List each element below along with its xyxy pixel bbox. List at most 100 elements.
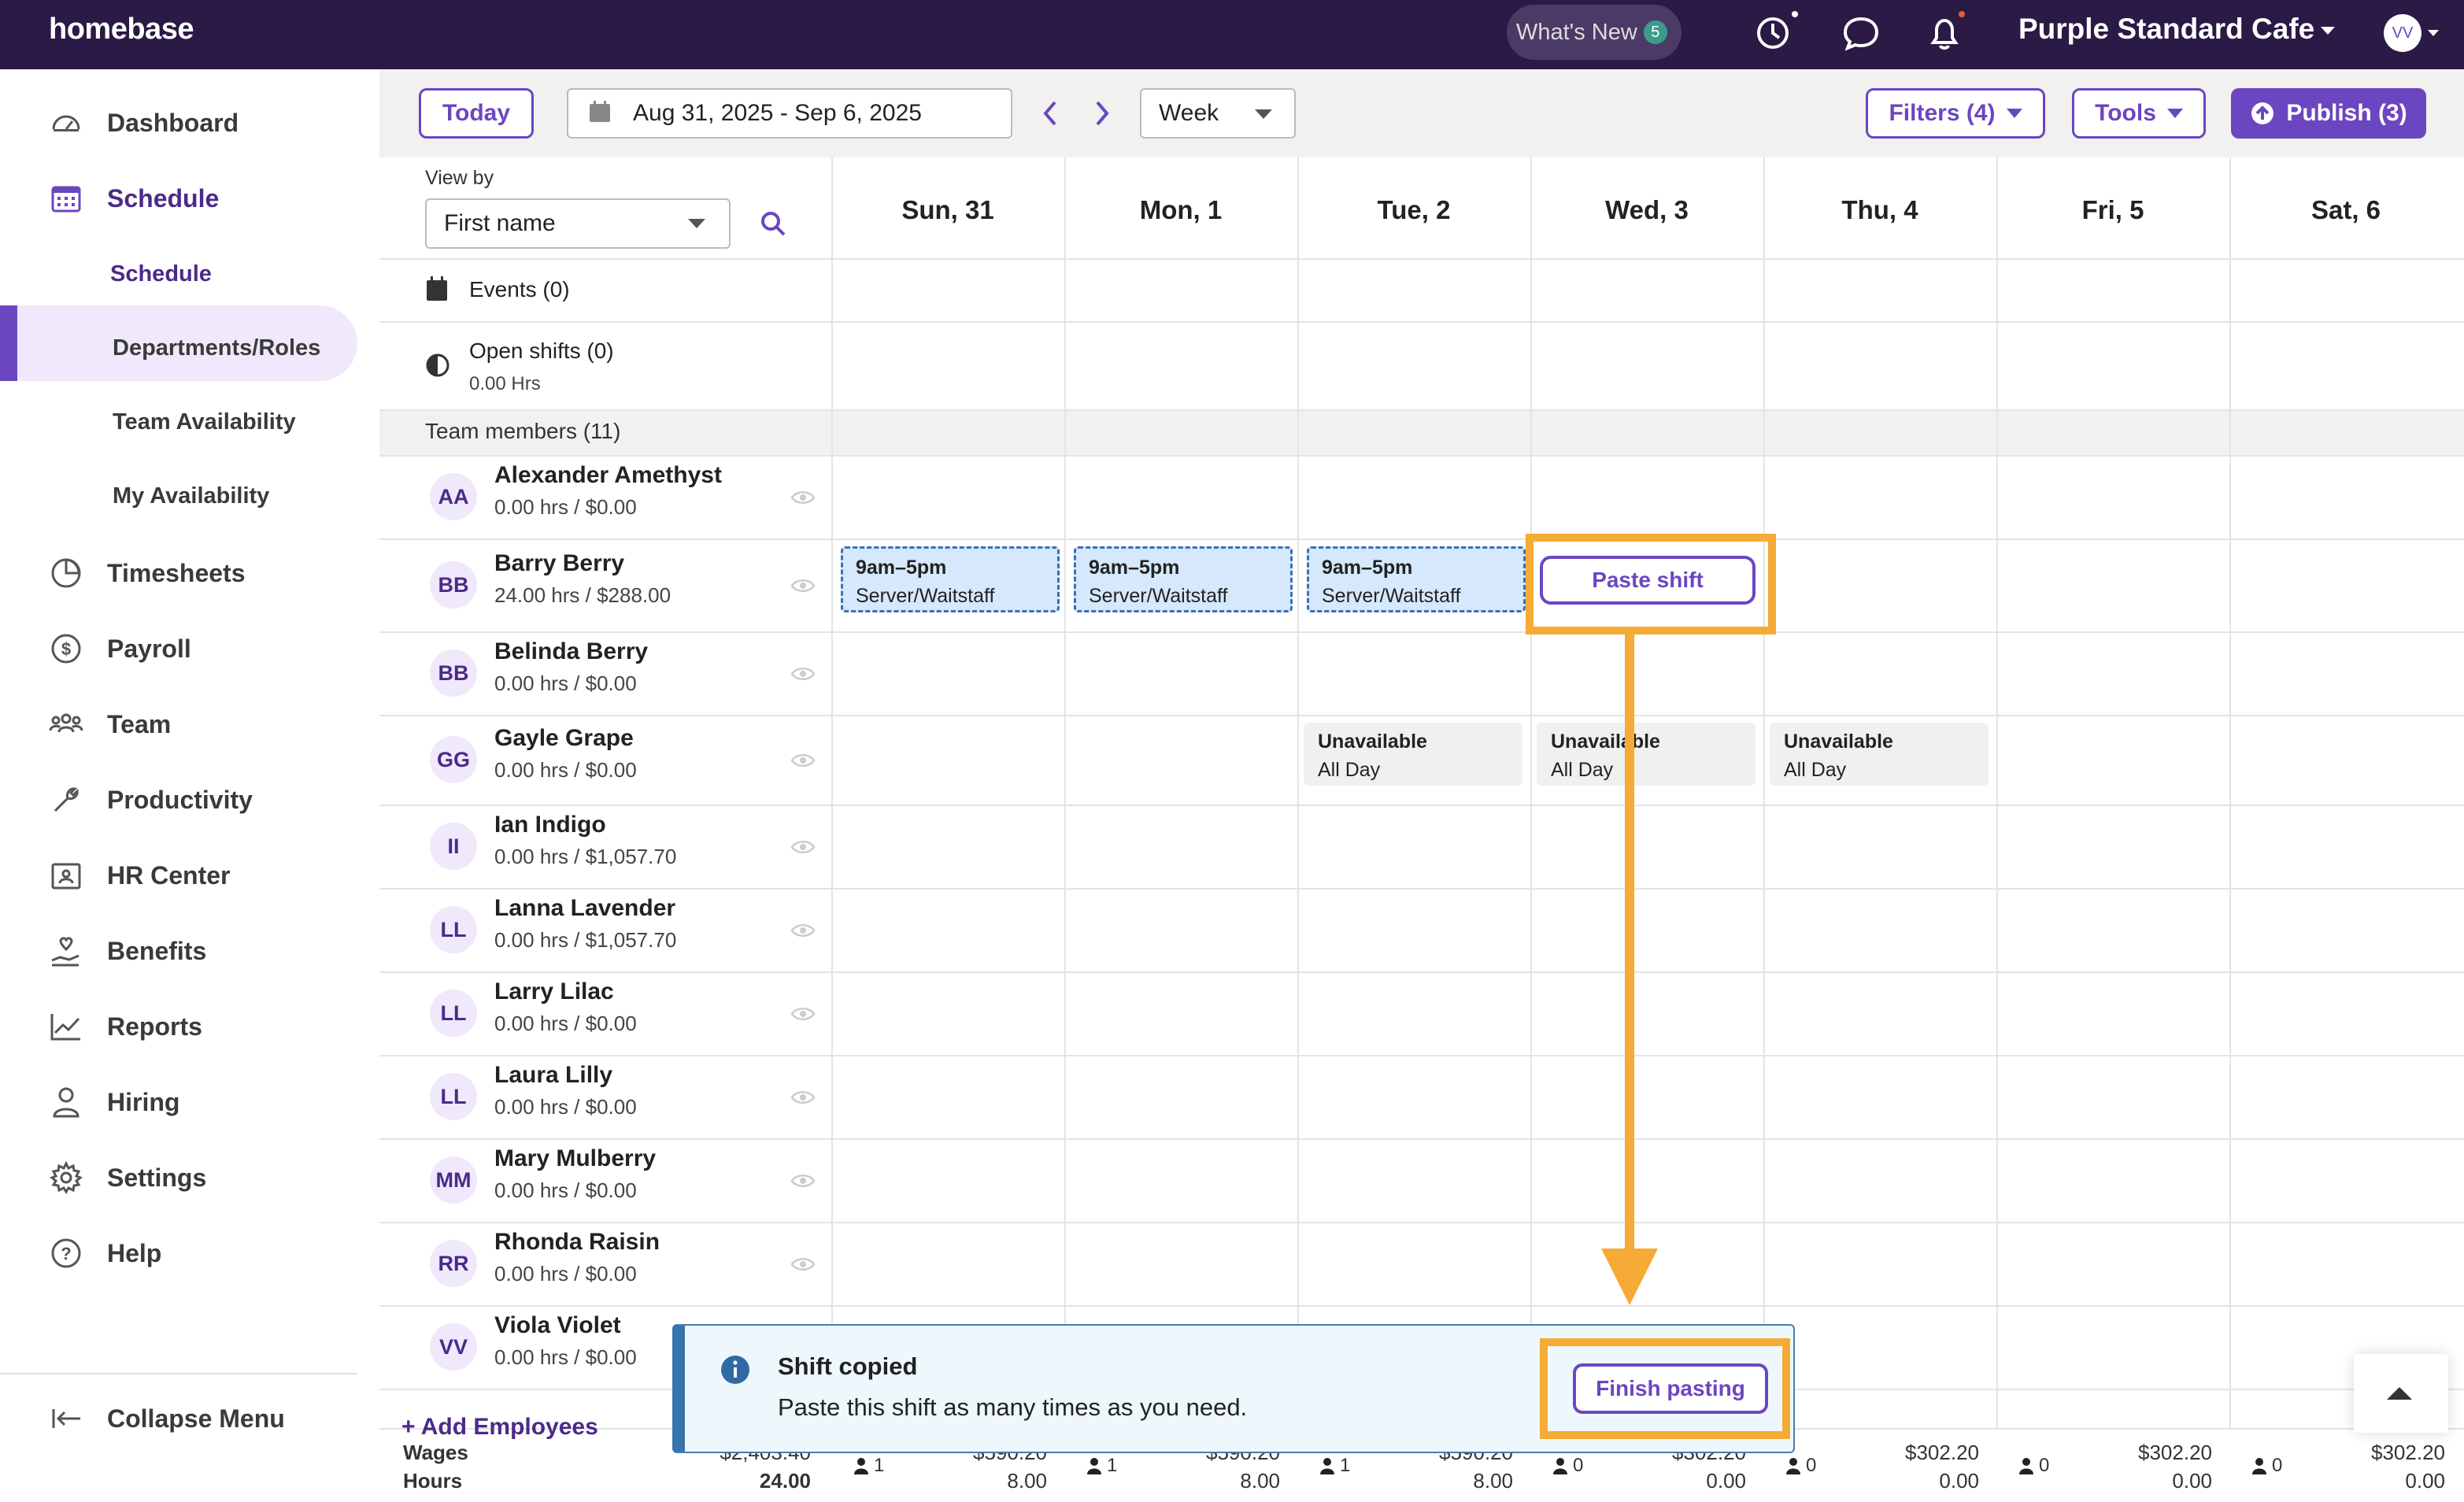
chevron-down-icon	[2166, 109, 2183, 118]
employee-avatar[interactable]: BB	[430, 649, 477, 697]
employee-name[interactable]: Gayle Grape	[494, 725, 634, 752]
employee-name[interactable]: Mary Mulberry	[494, 1145, 656, 1172]
sidebar-item-productivity[interactable]: Productivity	[49, 778, 253, 822]
employee-avatar[interactable]: VV	[430, 1323, 477, 1371]
date-range-picker[interactable]: Aug 31, 2025 - Sep 6, 2025	[567, 88, 1012, 139]
employee-avatar[interactable]: BB	[430, 561, 477, 609]
unavailable-block[interactable]: Unavailable All Day	[1770, 723, 1989, 786]
sidebar-item-hr-center[interactable]: HR Center	[49, 853, 230, 897]
day-hours: 0.00	[1939, 1469, 1979, 1493]
chat-icon[interactable]	[1839, 11, 1883, 55]
employee-avatar[interactable]: LL	[430, 1073, 477, 1120]
day-header[interactable]: Sat, 6	[2229, 195, 2462, 225]
open-shifts-label[interactable]: Open shifts (0)	[469, 339, 614, 364]
day-header[interactable]: Fri, 5	[1996, 195, 2229, 225]
shift-card[interactable]: 9am–5pm Server/Waitstaff	[1074, 546, 1293, 612]
user-avatar[interactable]: VV	[2384, 14, 2421, 52]
eye-icon[interactable]	[790, 489, 816, 506]
unavailable-sub: All Day	[1318, 759, 1381, 781]
employee-name[interactable]: Laura Lilly	[494, 1062, 612, 1089]
add-employees-link[interactable]: + Add Employees	[401, 1414, 598, 1441]
day-header[interactable]: Thu, 4	[1763, 195, 1996, 225]
sidebar-item-settings[interactable]: Settings	[49, 1156, 206, 1200]
employee-name[interactable]: Lanna Lavender	[494, 895, 675, 922]
shift-time: 9am–5pm	[856, 557, 947, 579]
previous-week-button[interactable]	[1039, 98, 1063, 129]
person-icon	[1320, 1458, 1334, 1474]
shift-card[interactable]: 9am–5pm Server/Waitstaff	[841, 546, 1060, 612]
filters-button[interactable]: Filters (4)	[1866, 88, 2045, 139]
sidebar-item-help[interactable]: ? Help	[49, 1231, 161, 1275]
sidebar-item-reports[interactable]: Reports	[49, 1004, 202, 1049]
unavailable-block[interactable]: Unavailable All Day	[1304, 723, 1522, 786]
sidebar-item-benefits[interactable]: Benefits	[49, 929, 206, 973]
sidebar-item-label: Dashboard	[107, 108, 239, 137]
collapse-menu-label: Collapse Menu	[107, 1404, 285, 1433]
sidebar-item-hiring[interactable]: Hiring	[49, 1080, 179, 1124]
shift-role: Server/Waitstaff	[1322, 585, 1461, 607]
employee-name[interactable]: Rhonda Raisin	[494, 1229, 660, 1256]
sidebar-item-payroll[interactable]: $ Payroll	[49, 627, 191, 671]
today-button[interactable]: Today	[419, 88, 534, 139]
eye-icon[interactable]	[790, 1172, 816, 1189]
finish-pasting-button[interactable]: Finish pasting	[1573, 1363, 1768, 1414]
eye-icon[interactable]	[790, 577, 816, 594]
eye-icon[interactable]	[790, 1005, 816, 1023]
day-header[interactable]: Sun, 31	[831, 195, 1064, 225]
eye-icon[interactable]	[790, 1256, 816, 1273]
tools-button[interactable]: Tools	[2072, 88, 2206, 139]
sidebar-subitem-team-availability[interactable]: Team Availability	[113, 409, 296, 435]
clock-icon[interactable]	[1752, 11, 1798, 55]
sidebar-item-timesheets[interactable]: Timesheets	[49, 551, 246, 595]
employee-avatar[interactable]: II	[430, 823, 477, 870]
employee-name[interactable]: Viola Violet	[494, 1312, 621, 1339]
employee-avatar[interactable]: GG	[430, 736, 477, 783]
events-row-label[interactable]: Events (0)	[469, 277, 570, 302]
sidebar-item-dashboard[interactable]: Dashboard	[49, 101, 239, 145]
shift-card[interactable]: 9am–5pm Server/Waitstaff	[1307, 546, 1526, 612]
search-icon[interactable]	[759, 209, 787, 238]
publish-button[interactable]: Publish (3)	[2231, 88, 2426, 139]
sidebar-subitem-schedule[interactable]: Schedule	[110, 261, 212, 287]
sidebar-item-label: HR Center	[107, 860, 231, 890]
employee-name[interactable]: Alexander Amethyst	[494, 462, 722, 489]
employee-avatar[interactable]: MM	[430, 1156, 477, 1204]
shift-count: 1	[1319, 1455, 1350, 1477]
employee-avatar[interactable]: LL	[430, 990, 477, 1037]
eye-icon[interactable]	[790, 1089, 816, 1106]
employee-avatar[interactable]: AA	[430, 473, 477, 520]
location-selector[interactable]: Purple Standard Cafe	[2018, 13, 2314, 46]
employee-name[interactable]: Ian Indigo	[494, 812, 606, 838]
shift-role: Server/Waitstaff	[1089, 585, 1228, 607]
sidebar-subitem-my-availability[interactable]: My Availability	[113, 483, 269, 509]
employee-name[interactable]: Larry Lilac	[494, 979, 614, 1005]
sidebar-divider	[0, 1373, 357, 1374]
whats-new-button[interactable]: What's New 5	[1507, 5, 1682, 60]
collapse-menu-button[interactable]: Collapse Menu	[49, 1397, 285, 1441]
unavailable-block[interactable]: Unavailable All Day	[1537, 723, 1756, 786]
eye-icon[interactable]	[790, 752, 816, 769]
employee-avatar[interactable]: RR	[430, 1240, 477, 1287]
sidebar-item-team[interactable]: Team	[49, 702, 171, 746]
bell-icon[interactable]	[1922, 11, 1966, 55]
employee-avatar[interactable]: LL	[430, 906, 477, 953]
day-header[interactable]: Wed, 3	[1530, 195, 1763, 225]
employee-name[interactable]: Belinda Berry	[494, 638, 648, 665]
employee-name[interactable]: Barry Berry	[494, 550, 624, 577]
sidebar-subitem-departments-roles[interactable]: Departments/Roles	[113, 335, 320, 361]
calendar-icon	[587, 99, 612, 124]
paste-shift-button[interactable]: Paste shift	[1540, 556, 1756, 605]
sidebar-item-label: Team	[107, 709, 172, 738]
scroll-to-top-button[interactable]	[2354, 1354, 2448, 1433]
grid-row-divider	[379, 1055, 2464, 1056]
day-header[interactable]: Mon, 1	[1064, 195, 1297, 225]
view-by-select[interactable]: First name	[425, 198, 731, 249]
day-header[interactable]: Tue, 2	[1297, 195, 1530, 225]
view-range-select[interactable]: Week	[1140, 88, 1296, 139]
eye-icon[interactable]	[790, 665, 816, 683]
next-week-button[interactable]	[1090, 98, 1113, 129]
homebase-logo[interactable]: homebase	[49, 13, 194, 46]
sidebar-item-schedule[interactable]: Schedule	[49, 176, 219, 220]
eye-icon[interactable]	[790, 838, 816, 856]
eye-icon[interactable]	[790, 922, 816, 939]
